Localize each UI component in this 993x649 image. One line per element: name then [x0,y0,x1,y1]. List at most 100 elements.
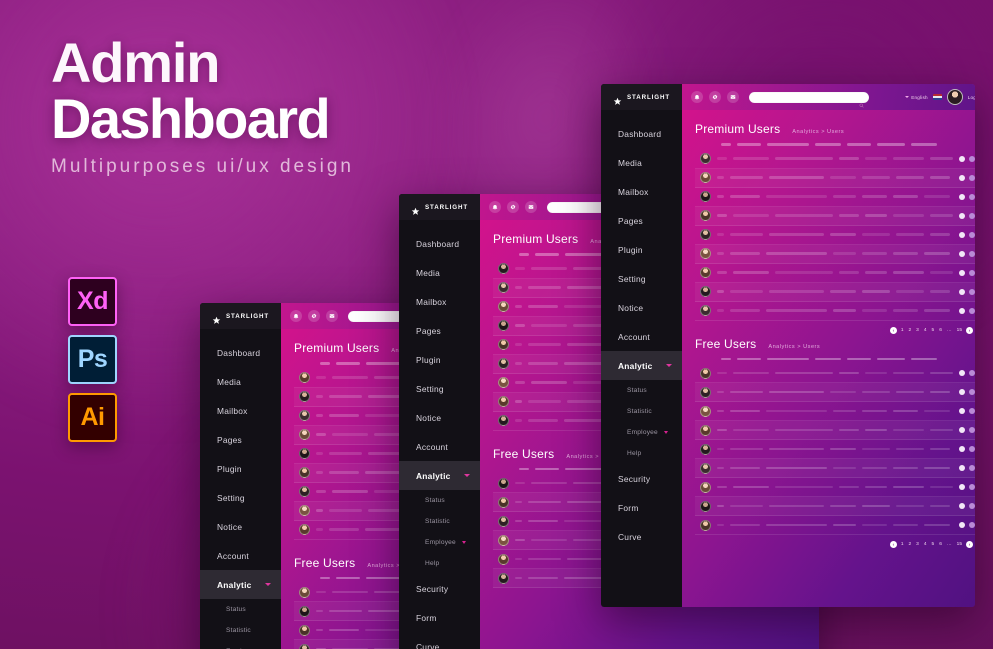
table-row[interactable] [695,282,975,302]
sidebar-item-media[interactable]: Media [601,148,682,177]
dashboard-mockup-front[interactable]: STARLIGHT Dashboard Media Mailbox Pages Plugi… [601,84,975,607]
brand-logo[interactable]: STARLIGHT [200,303,281,329]
sidebar-item-curve[interactable]: Curve [399,632,480,649]
brand-logo[interactable]: STARLIGHT [399,194,480,220]
row-edit-button[interactable] [959,389,965,396]
row-delete-button[interactable] [969,155,975,162]
table-row[interactable] [695,150,975,169]
row-edit-button[interactable] [959,193,965,200]
row-delete-button[interactable] [969,250,975,257]
gear-icon[interactable] [709,91,721,103]
sidebar-item-dashboard[interactable]: Dashboard [601,119,682,148]
sidebar-item-notice[interactable]: Notice [399,403,480,432]
sidebar-item-media[interactable]: Media [399,258,480,287]
language-selector[interactable]: English [905,95,928,100]
sidebar-item-notice[interactable]: Notice [200,512,281,541]
pagination-page[interactable]: 4 [923,328,928,333]
row-edit-button[interactable] [959,408,965,415]
sidebar-item-form[interactable]: Form [601,493,682,522]
table-row[interactable] [695,364,975,384]
pagination-page[interactable]: 1 [900,328,905,333]
row-delete-button[interactable] [969,193,975,200]
logout-button[interactable]: Logout [968,95,975,100]
search-icon[interactable] [859,95,864,108]
row-edit-button[interactable] [959,465,965,472]
table-row[interactable] [695,459,975,479]
pagination-page[interactable]: 2 [908,328,913,333]
sidebar-item-dashboard[interactable]: Dashboard [399,229,480,258]
row-edit-button[interactable] [959,231,965,238]
pagination-page[interactable]: 1 [900,542,905,547]
row-delete-button[interactable] [969,269,975,276]
row-edit-button[interactable] [959,503,965,510]
row-delete-button[interactable] [969,389,975,396]
sidebar-subitem-status[interactable]: Status [200,599,281,620]
table-row[interactable] [695,440,975,460]
sidebar-item-pages[interactable]: Pages [399,316,480,345]
search-input[interactable] [749,91,869,108]
row-edit-button[interactable] [959,155,965,162]
sidebar-item-plugin[interactable]: Plugin [601,235,682,264]
pagination-page[interactable]: … [946,542,953,547]
pagination-next-button[interactable]: › [966,541,973,549]
table-row[interactable] [695,478,975,498]
row-delete-button[interactable] [969,446,975,453]
row-delete-button[interactable] [969,288,975,295]
sidebar-item-pages[interactable]: Pages [601,206,682,235]
sidebar-item-plugin[interactable]: Plugin [399,345,480,374]
sidebar-subitem-statistic[interactable]: Statistic [601,401,682,422]
row-edit-button[interactable] [959,484,965,491]
sidebar-item-account[interactable]: Account [200,541,281,570]
sidebar-item-notice[interactable]: Notice [601,293,682,322]
pagination-next-button[interactable]: › [966,326,973,334]
table-row[interactable] [695,302,975,321]
mail-icon[interactable] [525,201,537,213]
row-edit-button[interactable] [959,307,965,314]
row-edit-button[interactable] [959,212,965,219]
row-edit-button[interactable] [959,250,965,257]
gear-icon[interactable] [507,201,519,213]
sidebar-item-plugin[interactable]: Plugin [200,454,281,483]
sidebar-item-analytic[interactable]: Analytic [399,461,480,490]
sidebar-item-pages[interactable]: Pages [200,425,281,454]
row-delete-button[interactable] [969,484,975,491]
row-delete-button[interactable] [969,522,975,529]
bell-icon[interactable] [290,310,302,322]
row-delete-button[interactable] [969,408,975,415]
pagination-page[interactable]: 3 [915,328,920,333]
row-delete-button[interactable] [969,231,975,238]
sidebar-item-setting[interactable]: Setting [399,374,480,403]
pagination-page[interactable]: 15 [956,328,963,333]
row-edit-button[interactable] [959,370,965,377]
mail-icon[interactable] [326,310,338,322]
row-edit-button[interactable] [959,288,965,295]
sidebar-item-account[interactable]: Account [601,322,682,351]
pagination-page[interactable]: … [946,328,953,333]
sidebar-item-mailbox[interactable]: Mailbox [399,287,480,316]
pagination-page[interactable]: 5 [931,542,936,547]
table-row[interactable] [695,168,975,188]
row-delete-button[interactable] [969,174,975,181]
sidebar-subitem-employee[interactable]: Employee [601,422,682,443]
table-row[interactable] [695,264,975,283]
sidebar-item-curve[interactable]: Curve [601,522,682,551]
sidebar-item-analytic[interactable]: Analytic [200,570,281,599]
table-row[interactable] [695,421,975,441]
table-row[interactable] [695,402,975,422]
row-delete-button[interactable] [969,370,975,377]
table-row[interactable] [695,206,975,226]
pagination-page[interactable]: 3 [915,542,920,547]
table-row[interactable] [695,383,975,403]
pagination-page[interactable]: 15 [956,542,963,547]
row-delete-button[interactable] [969,212,975,219]
sidebar-subitem-statistic[interactable]: Statistic [200,620,281,641]
gear-icon[interactable] [308,310,320,322]
sidebar-subitem-help[interactable]: Help [601,443,682,464]
table-row[interactable] [695,516,975,536]
pagination-prev-button[interactable]: ‹ [889,326,897,334]
table-row[interactable] [695,244,975,264]
sidebar-subitem-employee[interactable]: Employee [399,532,480,553]
sidebar-item-account[interactable]: Account [399,432,480,461]
table-row[interactable] [695,497,975,517]
table-row[interactable] [695,188,975,207]
